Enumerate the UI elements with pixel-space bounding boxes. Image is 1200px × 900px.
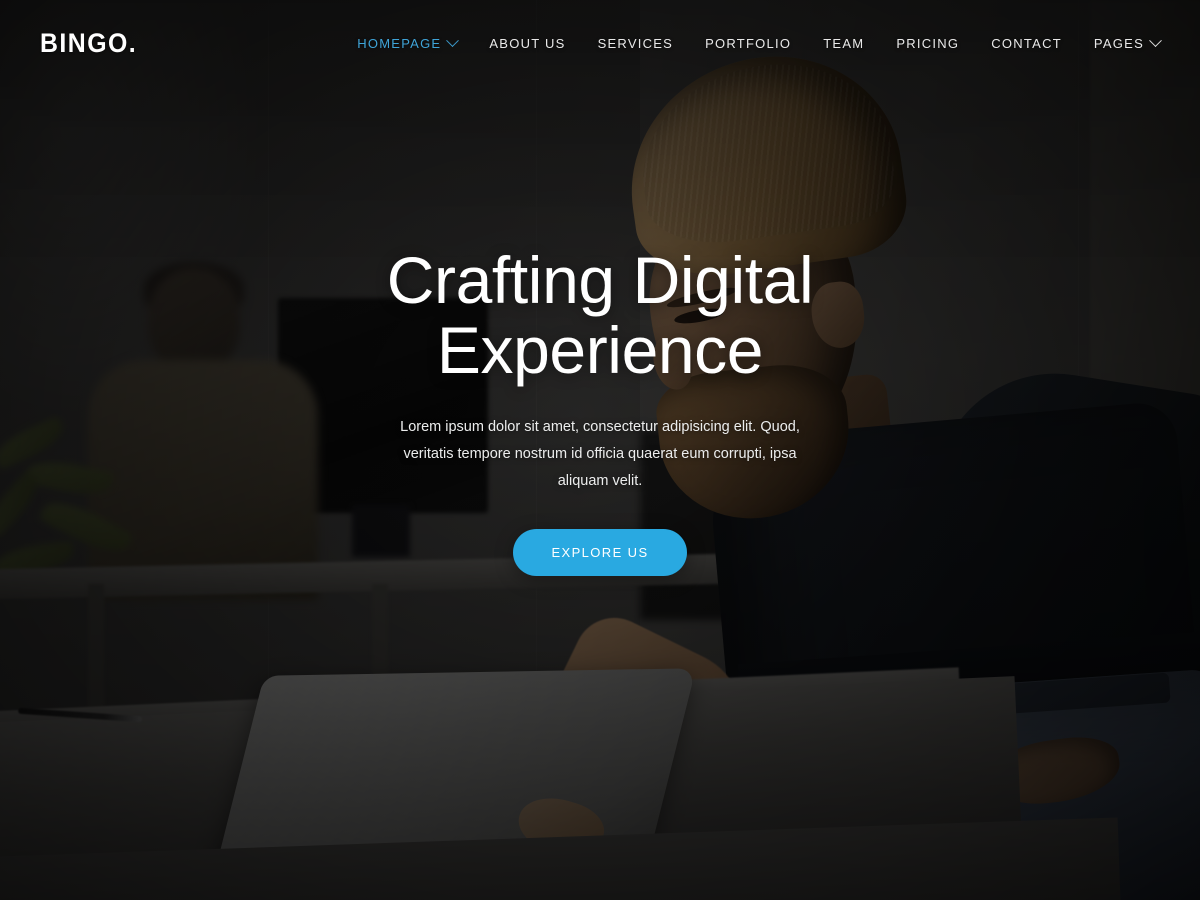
page-title-line-2: Experience xyxy=(436,312,764,387)
nav-item-label: PRICING xyxy=(896,35,960,51)
chevron-down-icon xyxy=(446,33,460,47)
hero-content: Crafting Digital Experience Lorem ipsum … xyxy=(0,0,1200,900)
nav-item-pricing[interactable]: PRICING xyxy=(880,36,975,51)
nav-item-pages[interactable]: PAGES xyxy=(1078,33,1162,51)
page-title-line-1: Crafting Digital xyxy=(386,242,814,317)
nav-item-services[interactable]: SERVICES xyxy=(582,36,690,51)
main-navigation: HOMEPAGE ABOUT US SERVICES PORTFOLIO TEAM PRI… xyxy=(341,33,1162,51)
nav-item-label: SERVICES xyxy=(597,35,674,51)
nav-item-about-us[interactable]: ABOUT US xyxy=(473,36,581,51)
explore-us-button[interactable]: EXPLORE US xyxy=(513,529,687,577)
chevron-down-icon xyxy=(1149,33,1162,47)
nav-item-portfolio[interactable]: PORTFOLIO xyxy=(689,36,807,51)
nav-item-label: PORTFOLIO xyxy=(705,35,792,51)
hero-subtitle: Lorem ipsum dolor sit amet, consectetur … xyxy=(400,418,800,490)
nav-item-contact[interactable]: CONTACT xyxy=(975,36,1078,51)
site-header: BINGO. HOMEPAGE ABOUT US SERVICES PORTFOLIO… xyxy=(0,0,1200,86)
nav-item-label: TEAM xyxy=(823,35,865,51)
nav-item-team[interactable]: TEAM xyxy=(807,36,880,51)
nav-item-label: HOMEPAGE xyxy=(357,35,442,51)
page-title: Crafting Digital Experience xyxy=(386,242,814,387)
nav-item-homepage[interactable]: HOMEPAGE xyxy=(341,33,473,51)
nav-item-label: PAGES xyxy=(1093,35,1144,51)
site-logo[interactable]: BINGO. xyxy=(40,28,137,59)
nav-item-label: ABOUT US xyxy=(489,35,566,51)
hero-section: BINGO. HOMEPAGE ABOUT US SERVICES PORTFOLIO… xyxy=(0,0,1200,900)
nav-item-label: CONTACT xyxy=(991,35,1062,51)
